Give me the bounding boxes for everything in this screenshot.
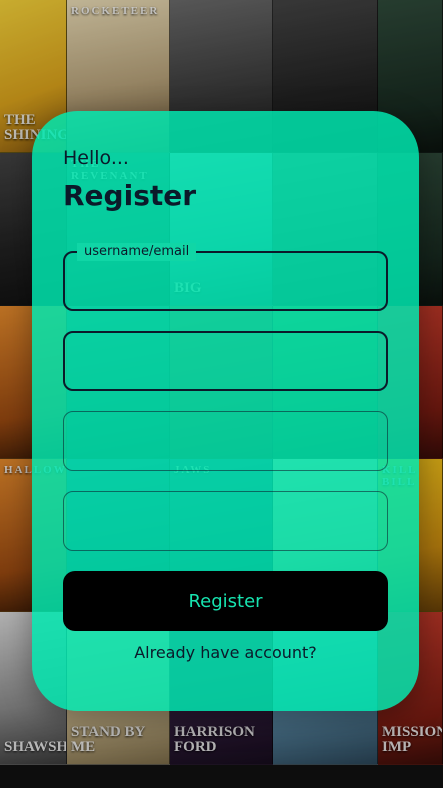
third-field-wrapper [63,411,388,471]
third-input[interactable] [64,412,387,470]
username-email-field-wrapper: username/email [63,243,388,311]
page-title: Register [63,179,197,212]
username-email-input[interactable] [65,253,386,309]
fourth-input[interactable] [64,492,387,550]
second-field-wrapper [63,331,388,391]
greeting-text: Hello... [63,147,129,169]
register-button[interactable]: Register [63,571,388,631]
username-email-label: username/email [77,243,197,261]
register-card: Hello... Register username/email Registe… [32,111,419,711]
second-input[interactable] [65,333,386,389]
already-have-account-link[interactable]: Already have account? [32,643,419,662]
fourth-field-wrapper [63,491,388,551]
